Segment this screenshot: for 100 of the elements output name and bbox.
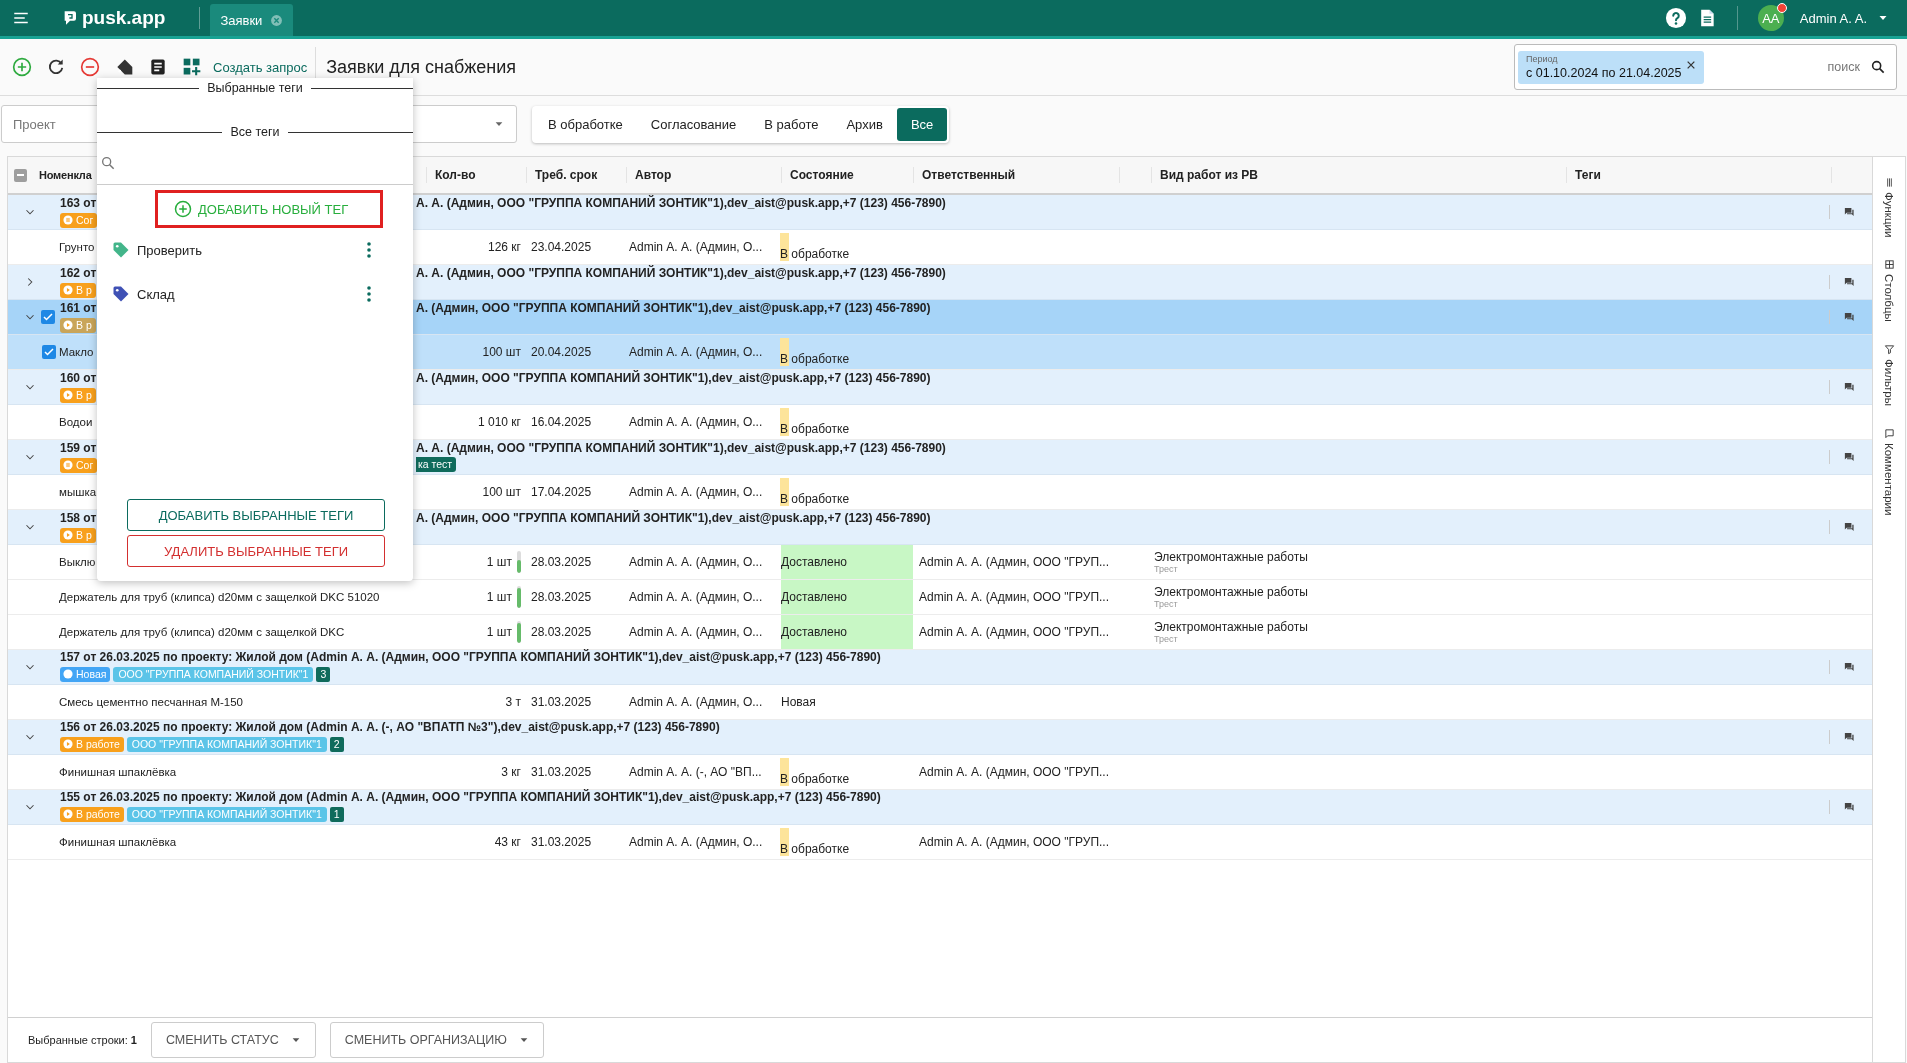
help-icon[interactable] xyxy=(1664,7,1687,29)
author: Admin А. А. (-, АО "ВП... xyxy=(628,765,763,779)
item-name: Макло xyxy=(59,346,94,358)
request-title: 163 от xyxy=(60,196,97,211)
item-status: В обработке xyxy=(780,842,850,856)
filter-tab[interactable]: Согласование xyxy=(636,107,751,141)
item-status: Доставлено xyxy=(781,625,848,639)
status-badge: В р xyxy=(60,527,96,543)
progress-bar xyxy=(517,621,521,643)
item-status: Доставлено xyxy=(781,590,848,604)
more-icon[interactable] xyxy=(367,242,371,258)
work-organization: Трест xyxy=(1154,599,1179,609)
check-icon xyxy=(42,311,54,323)
refresh-icon[interactable] xyxy=(46,57,66,77)
item-status: В обработке xyxy=(780,247,850,261)
item-name: Держатель для труб (клипса) d20мм с защелкой DKC xyxy=(59,626,345,638)
checkbox[interactable] xyxy=(41,310,55,324)
column-header[interactable]: Ответственный xyxy=(913,167,1119,183)
logo-icon xyxy=(62,9,78,27)
date: 28.03.2025 xyxy=(530,590,593,604)
status-badge: Новая xyxy=(60,666,111,682)
author: Admin А. А. (Админ, О... xyxy=(628,240,764,254)
search-icon[interactable] xyxy=(1870,59,1886,75)
list-icon[interactable] xyxy=(148,57,168,77)
item-status: В обработке xyxy=(780,422,850,436)
request-title: А. А. (Админ, ООО "ГРУППА КОМПАНИЙ ЗОНТИК"1),dev_aist@pusk.app,+7 (123) 456-7890) xyxy=(416,266,946,281)
column-header[interactable]: Автор xyxy=(626,167,781,183)
section-heading: Все теги xyxy=(230,125,280,139)
quantity: 100 шт xyxy=(482,485,521,499)
filter-tab[interactable]: Все xyxy=(896,107,948,141)
caret-icon xyxy=(494,119,504,129)
side-tab[interactable]: Комментарии xyxy=(1883,427,1895,516)
date: 16.04.2025 xyxy=(530,415,593,429)
filter-tab[interactable]: Архив xyxy=(832,107,897,141)
request-title: 156 от 26.03.2025 по проекту: Жилой дом (Admin А. А. (-, АО "ВПАТП №3"),dev_aist@pusk.app,+7 (123) 456-7890) xyxy=(60,720,720,735)
tag-label: Склад xyxy=(137,286,175,302)
author: Admin А. А. (Админ, О... xyxy=(628,555,764,569)
item-name: Грунто xyxy=(59,241,95,253)
item-status: В обработке xyxy=(780,772,850,786)
filters-icon xyxy=(1883,344,1895,356)
period-chip[interactable]: Период с 01.10.2024 по 21.04.2025 xyxy=(1518,50,1704,84)
side-tab[interactable]: Фильтры xyxy=(1883,344,1895,406)
tab[interactable]: Заявки xyxy=(210,4,294,36)
date: 17.04.2025 xyxy=(530,485,593,499)
count-badge: 2 xyxy=(329,736,344,752)
add-icon[interactable] xyxy=(12,57,32,77)
filter-tab[interactable]: В работе xyxy=(750,107,833,141)
grid-add-icon[interactable] xyxy=(182,57,202,77)
status-badge: Сог xyxy=(60,457,98,473)
search-field[interactable]: Период с 01.10.2024 по 21.04.2025 поиск xyxy=(1514,44,1897,90)
author: Admin А. А. (Админ, О... xyxy=(628,415,764,429)
request-title: А. (Админ, ООО "ГРУППА КОМПАНИЙ ЗОНТИК"1),dev_aist@pusk.app,+7 (123) 456-7890) xyxy=(416,371,931,386)
item-name: Водои xyxy=(59,416,93,428)
item-status: Новая xyxy=(781,695,816,709)
author: Admin А. А. (Админ, О... xyxy=(628,695,764,709)
filter-tab[interactable]: В обработке xyxy=(534,107,637,141)
group-row[interactable]: 156 от 26.03.2025 по проекту: Жилой дом (Admin А. А. (-, АО "ВПАТП №3"),dev_aist@pusk.app,+7 (123) 456-7890) В работе ООО "ГРУППА КОМПАНИЙ ЗОНТИК"1 2 xyxy=(8,720,1872,755)
responsible: Admin А. А. (Админ, ООО "ГРУП... xyxy=(918,835,1111,849)
date: 28.03.2025 xyxy=(530,625,593,639)
dropdown-button[interactable]: СМЕНИТЬ СТАТУС xyxy=(151,1022,316,1058)
remove-icon[interactable] xyxy=(80,57,100,77)
request-title: 161 от xyxy=(60,301,97,316)
remove-selected-tags-button[interactable]: УДАЛИТЬ ВЫБРАННЫЕ ТЕГИ xyxy=(127,535,385,567)
column-header[interactable]: Теги xyxy=(1566,167,1831,183)
more-icon[interactable] xyxy=(367,286,371,302)
request-title: А. А. (Админ, ООО "ГРУППА КОМПАНИЙ ЗОНТИК"1),dev_aist@pusk.app,+7 (123) 456-7890) xyxy=(416,441,946,456)
column-header[interactable]: Кол-во xyxy=(426,167,526,183)
checkbox[interactable] xyxy=(42,345,56,359)
select-all-checkbox[interactable] xyxy=(14,168,27,182)
search-icon xyxy=(100,155,116,171)
quantity: 1 шт xyxy=(486,555,512,569)
request-title: 158 от xyxy=(60,511,97,526)
quantity: 43 кг xyxy=(494,835,521,849)
request-title: 159 от xyxy=(60,441,97,456)
column-header[interactable]: Вид работ из РВ xyxy=(1151,167,1566,183)
column-header[interactable]: Состояние xyxy=(781,167,913,183)
date: 28.03.2025 xyxy=(530,555,593,569)
author: Admin А. А. (Админ, О... xyxy=(628,345,764,359)
quantity: 3 кг xyxy=(501,765,521,779)
group-row[interactable]: 155 от 26.03.2025 по проекту: Жилой дом (Admin А. А. (Админ, ООО "ГРУППА КОМПАНИЙ ЗОНТИК"1),dev_aist@pusk.app,+7 (123) 456-7890) В работе ООО "ГРУППА КОМПАНИЙ ЗОНТИК"1 1 xyxy=(8,790,1872,825)
user-name[interactable]: Admin A. A. xyxy=(1799,10,1867,26)
dropdown-button[interactable]: СМЕНИТЬ ОРГАНИЗАЦИЮ xyxy=(329,1022,544,1058)
work-type: Электромонтажные работы xyxy=(1154,620,1309,634)
add-selected-tags-button[interactable]: ДОБАВИТЬ ВЫБРАННЫЕ ТЕГИ xyxy=(127,499,385,531)
close-icon[interactable] xyxy=(1686,59,1696,70)
organization-tag: ООО "ГРУППА КОМПАНИЙ ЗОНТИК"1 xyxy=(113,666,314,682)
responsible: Admin А. А. (Админ, ООО "ГРУП... xyxy=(918,555,1111,569)
work-organization: Трест xyxy=(1154,634,1179,644)
side-tab[interactable]: Столбцы xyxy=(1883,259,1895,323)
group-row[interactable]: 157 от 26.03.2025 по проекту: Жилой дом (Admin А. А. (Админ, ООО "ГРУППА КОМПАНИЙ ЗОНТИК"1),dev_aist@pusk.app,+7 (123) 456-7890) Новая ООО "ГРУППА КОМПАНИЙ ЗОНТИК"1 3 xyxy=(8,650,1872,685)
quantity: 1 шт xyxy=(486,625,512,639)
caret-icon xyxy=(518,1035,529,1045)
date: 23.04.2025 xyxy=(530,240,593,254)
column-header[interactable]: Треб. срок xyxy=(526,167,626,183)
request-title: А. (Админ, ООО "ГРУППА КОМПАНИЙ ЗОНТИК"1),dev_aist@pusk.app,+7 (123) 456-7890) xyxy=(416,511,931,526)
columns-icon xyxy=(1883,259,1895,271)
create-request-link[interactable]: Создать запрос xyxy=(213,59,308,75)
side-tab[interactable]: Функции xyxy=(1883,177,1895,238)
chip-label: Период xyxy=(1526,53,1559,64)
quantity: 126 кг xyxy=(488,240,521,254)
